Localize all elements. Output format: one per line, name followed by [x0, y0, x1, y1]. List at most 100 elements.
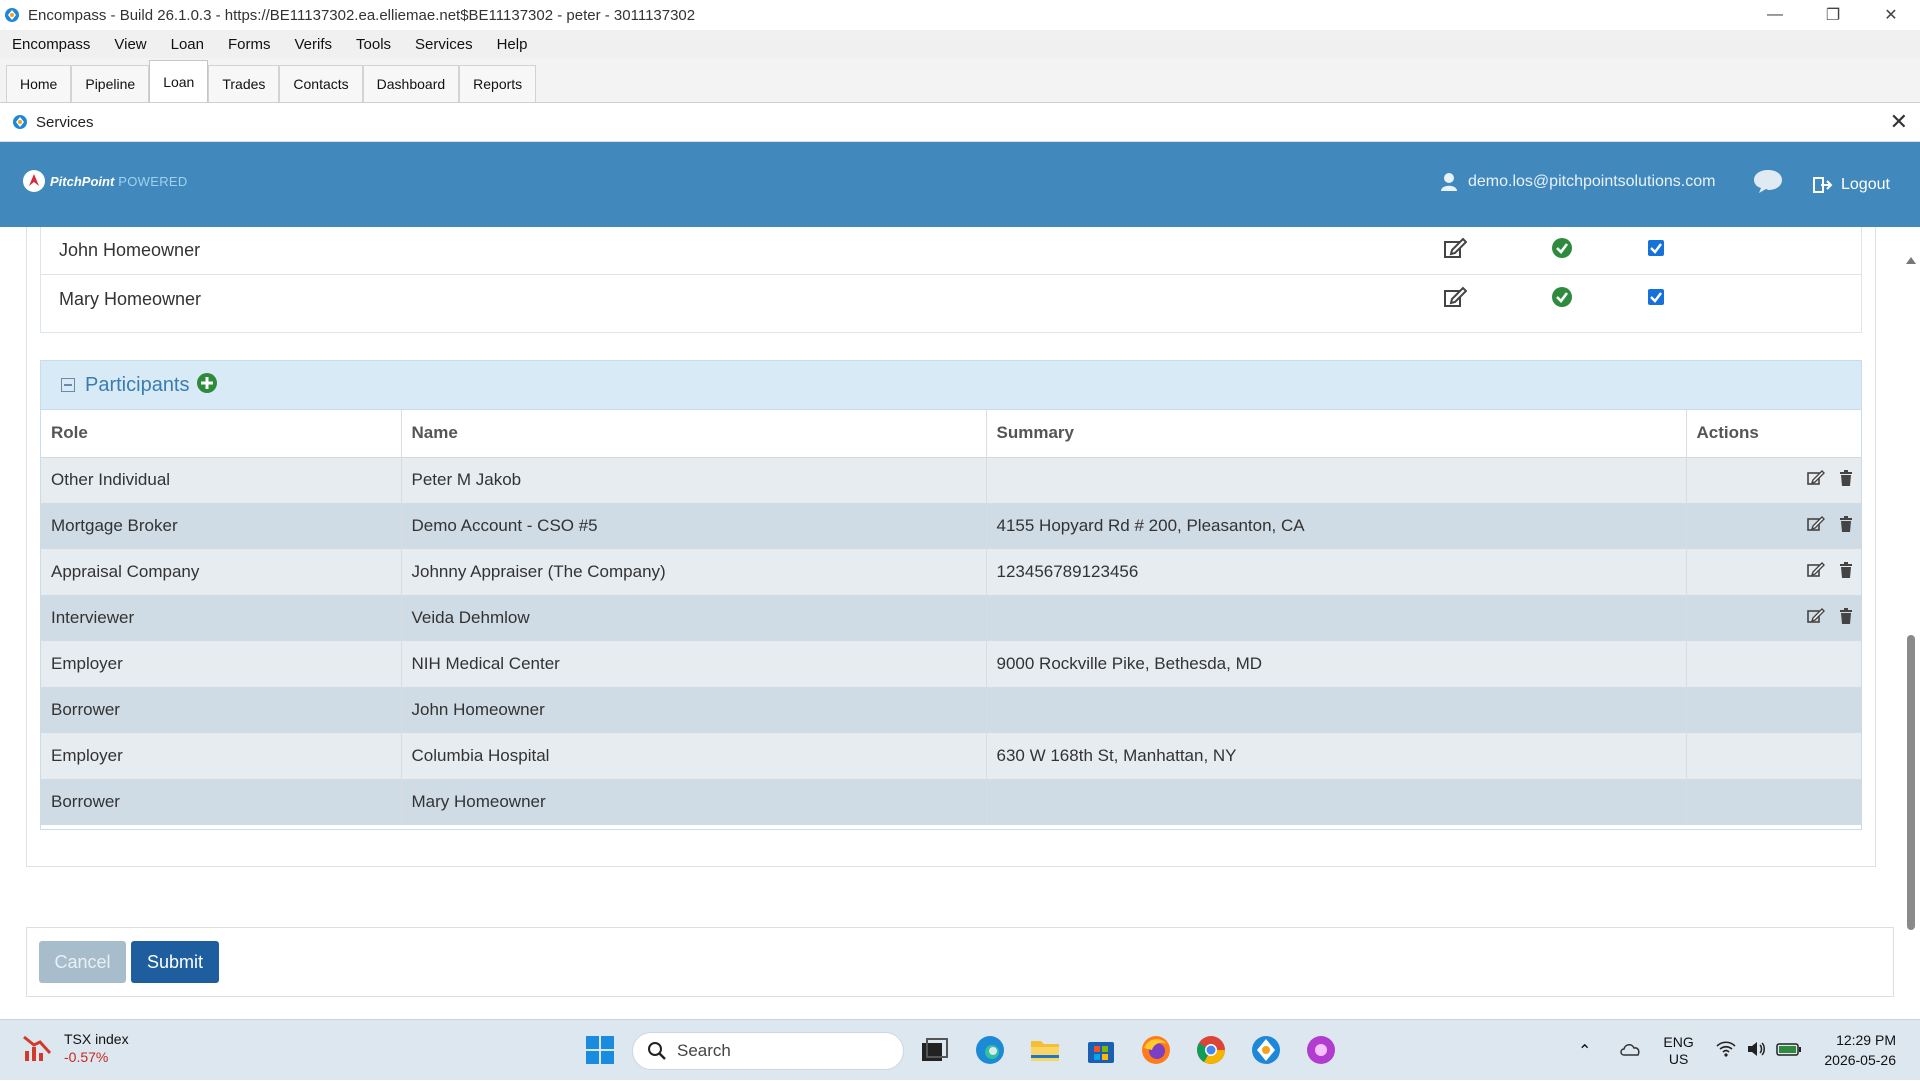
column-header-role[interactable]: Role: [41, 410, 402, 458]
add-participant-icon[interactable]: [196, 372, 218, 399]
delete-icon[interactable]: [1839, 607, 1853, 629]
table-header-row: Role Name Summary Actions: [41, 410, 1861, 458]
services-icon: [13, 115, 27, 129]
borrower-name: Mary Homeowner: [59, 288, 202, 309]
borrower-row: John Homeowner: [41, 227, 1861, 275]
checkbox-checked[interactable]: [1647, 239, 1665, 262]
column-header-name[interactable]: Name: [401, 410, 987, 458]
stock-widget[interactable]: TSX index -0.57%: [22, 1030, 129, 1066]
edit-icon[interactable]: [1807, 561, 1825, 583]
file-explorer-icon[interactable]: [1029, 1034, 1061, 1066]
brand-powered: POWERED: [118, 173, 188, 189]
submit-button[interactable]: Submit: [131, 941, 219, 983]
cancel-button[interactable]: Cancel: [39, 941, 126, 983]
actions-cell: [1686, 733, 1861, 779]
collapse-icon[interactable]: [61, 378, 75, 392]
delete-icon[interactable]: [1839, 561, 1853, 583]
table-row: Borrower John Homeowner: [41, 687, 1861, 733]
check-circle-icon: [1551, 286, 1573, 313]
minimize-button[interactable]: —: [1746, 0, 1804, 30]
participants-panel: Participants Role Name Summary Actions O…: [40, 360, 1862, 830]
participants-title: Participants: [85, 373, 190, 396]
participants-body: Other Individual Peter M Jakob Mortgage Br…: [41, 457, 1861, 825]
edit-icon[interactable]: [1443, 237, 1468, 264]
delete-icon[interactable]: [1839, 515, 1853, 537]
onedrive-icon[interactable]: [1619, 1041, 1641, 1060]
language-indicator[interactable]: ENG US: [1663, 1034, 1693, 1068]
delete-icon[interactable]: [1839, 469, 1853, 491]
edit-icon[interactable]: [1807, 515, 1825, 537]
pitchpoint-logo-icon: [23, 170, 45, 192]
edit-icon[interactable]: [1807, 607, 1825, 629]
column-header-summary[interactable]: Summary: [986, 410, 1687, 458]
user-email: demo.los@pitchpointsolutions.com: [1468, 173, 1716, 190]
task-view-icon[interactable]: [918, 1034, 950, 1066]
menu-loan[interactable]: Loan: [159, 36, 216, 53]
widget-name: TSX index: [64, 1031, 129, 1047]
services-title: Services: [36, 113, 94, 131]
participants-table: Role Name Summary Actions Other Individu…: [41, 410, 1861, 825]
check-circle-icon: [1551, 237, 1573, 264]
clock-time: 12:29 PM: [1836, 1032, 1896, 1048]
wifi-icon[interactable]: [1716, 1041, 1736, 1060]
vertical-scrollbar[interactable]: [1902, 227, 1920, 1019]
window-title: Encompass - Build 26.1.0.3 - https://BE1…: [28, 6, 696, 24]
table-row: Employer NIH Medical Center 9000 Rockville…: [41, 641, 1861, 687]
microsoft-store-icon[interactable]: [1085, 1034, 1117, 1066]
scroll-thumb[interactable]: [1907, 635, 1915, 930]
tab-reports[interactable]: Reports: [459, 65, 537, 102]
borrower-name: John Homeowner: [59, 240, 201, 260]
name-cell: Columbia Hospital: [401, 733, 987, 779]
checkbox-checked[interactable]: [1647, 288, 1665, 311]
menu-tools[interactable]: Tools: [344, 36, 403, 53]
actions-cell: [1686, 503, 1861, 549]
role-cell: Borrower: [41, 779, 402, 825]
summary-cell: [986, 687, 1687, 733]
edge-browser-icon[interactable]: [974, 1034, 1006, 1066]
restore-button[interactable]: ❐: [1804, 0, 1862, 30]
menu-view[interactable]: View: [102, 36, 158, 53]
menu-verifs[interactable]: Verifs: [283, 36, 345, 53]
menu-services[interactable]: Services: [403, 36, 485, 53]
battery-icon[interactable]: [1776, 1041, 1802, 1060]
tab-contacts[interactable]: Contacts: [279, 65, 363, 102]
encompass-app-icon: [5, 8, 19, 22]
menu-help[interactable]: Help: [485, 36, 540, 53]
chrome-icon[interactable]: [1195, 1034, 1227, 1066]
encompass-taskbar-icon[interactable]: [1250, 1034, 1282, 1066]
summary-cell: [986, 457, 1687, 503]
menu-forms[interactable]: Forms: [216, 36, 283, 53]
logout-button[interactable]: Logout: [1813, 176, 1890, 194]
name-cell: Johnny Appraiser (The Company): [401, 549, 987, 595]
tab-loan[interactable]: Loan: [149, 60, 209, 102]
windows-start-icon[interactable]: [584, 1034, 616, 1066]
chat-icon[interactable]: [1752, 168, 1784, 199]
tab-dashboard[interactable]: Dashboard: [362, 65, 460, 102]
widget-change: -0.57%: [64, 1049, 109, 1065]
close-window-button[interactable]: ✕: [1862, 0, 1920, 30]
role-cell: Appraisal Company: [41, 549, 402, 595]
scroll-up-arrow-icon[interactable]: [1906, 257, 1916, 264]
taskbar-clock[interactable]: 12:29 PM 2026-05-26: [1824, 1030, 1896, 1070]
borrower-list: John Homeowner Mary Homeowner: [40, 227, 1862, 333]
app-header: PitchPoint POWERED demo.los@pitchpointso…: [0, 142, 1920, 227]
menu-encompass[interactable]: Encompass: [0, 36, 102, 53]
taskbar-search[interactable]: Search: [632, 1032, 904, 1070]
firefox-icon[interactable]: [1140, 1034, 1172, 1066]
tab-pipeline[interactable]: Pipeline: [71, 65, 150, 102]
edit-icon[interactable]: [1443, 286, 1468, 313]
summary-cell: 630 W 168th St, Manhattan, NY: [986, 733, 1687, 779]
show-hidden-icons-icon[interactable]: ⌃: [1578, 1041, 1591, 1061]
services-window-bar: Services ✕: [0, 103, 1920, 142]
edit-icon[interactable]: [1807, 469, 1825, 491]
windows-taskbar: TSX index -0.57% Search ⌃ ENG US 12:29 P…: [0, 1019, 1920, 1080]
summary-cell: 4155 Hopyard Rd # 200, Pleasanton, CA: [986, 503, 1687, 549]
tab-trades[interactable]: Trades: [208, 65, 280, 102]
close-services-icon[interactable]: ✕: [1890, 111, 1908, 133]
name-cell: Demo Account - CSO #5: [401, 503, 987, 549]
copilot-icon[interactable]: [1305, 1034, 1337, 1066]
column-header-actions: Actions: [1686, 410, 1861, 458]
logout-label: Logout: [1841, 176, 1890, 193]
tab-home[interactable]: Home: [6, 65, 72, 102]
volume-icon[interactable]: [1746, 1041, 1766, 1060]
